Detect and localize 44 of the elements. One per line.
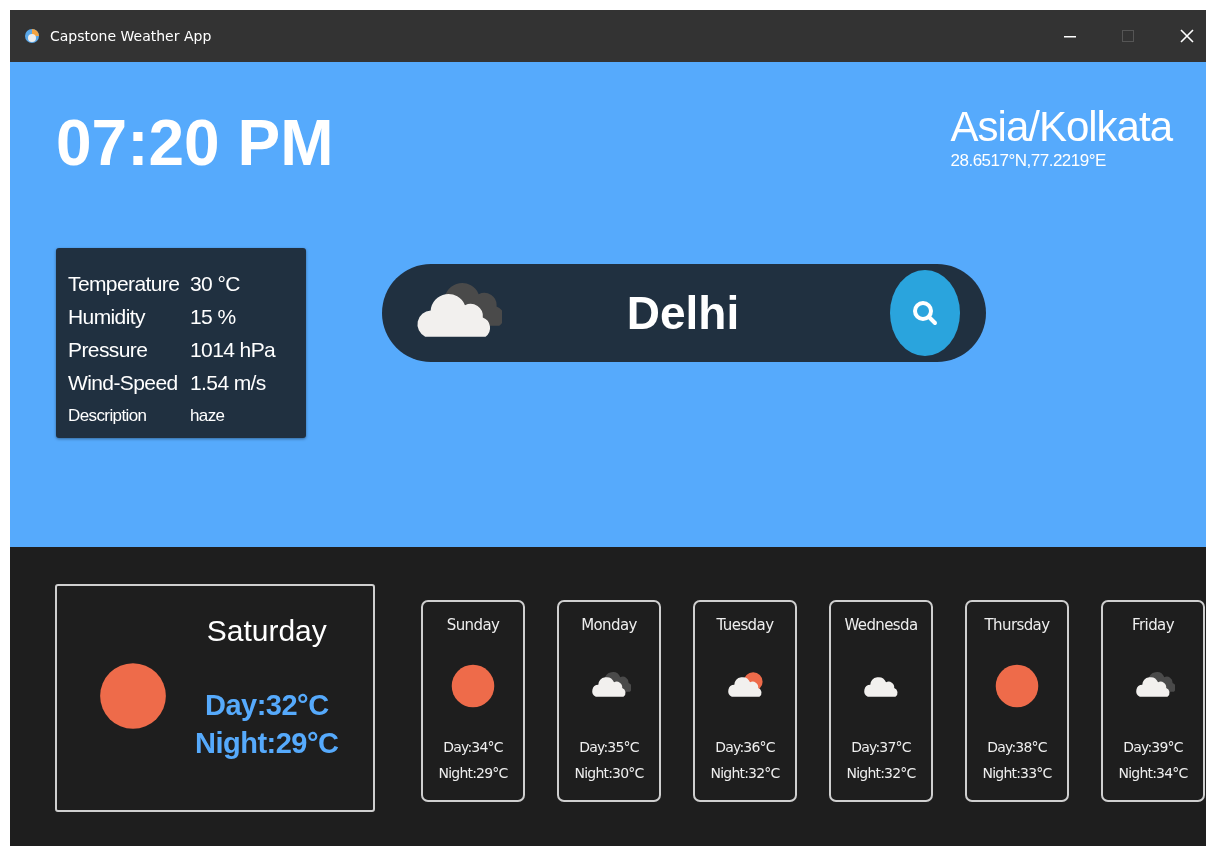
- detail-label: Humidity: [68, 304, 147, 329]
- app-logo-icon: [24, 28, 40, 44]
- day-name: Saturday: [206, 614, 327, 648]
- night-temperature: Night:34°C: [1118, 764, 1188, 783]
- sun-icon: [995, 664, 1039, 708]
- detail-value: haze: [190, 405, 225, 426]
- search-button[interactable]: [890, 270, 960, 356]
- night-temperature: Night:29°C: [195, 726, 339, 761]
- detail-value: 15 %: [190, 304, 236, 329]
- sun-icon: [99, 662, 167, 730]
- day-temperature: Day:32°C: [204, 688, 329, 723]
- day-temperature: Day:35°C: [579, 738, 639, 757]
- detail-value: 1.54 m/s: [190, 370, 266, 395]
- night-temperature: Night:32°C: [710, 764, 780, 783]
- detail-label: Pressure: [68, 337, 149, 362]
- day-temperature: Day:37°C: [851, 738, 911, 757]
- clock-time: 07:20 PM: [56, 106, 334, 180]
- day-name: Thursday: [984, 616, 1050, 634]
- day-temperature: Day:39°C: [1123, 738, 1183, 757]
- day-name: Friday: [1132, 616, 1174, 634]
- day-name: Tuesday: [716, 616, 774, 634]
- day-name: Wednesda: [844, 616, 918, 634]
- day-temperature: Day:38°C: [987, 738, 1047, 757]
- timezone: Asia/Kolkata: [950, 103, 1172, 151]
- detail-value: 1014 hPa: [190, 337, 276, 362]
- window-title: Capstone Weather App: [50, 28, 212, 44]
- day-name: Monday: [581, 616, 637, 634]
- search-bar[interactable]: Delhi: [382, 264, 986, 362]
- search-icon: [910, 298, 940, 328]
- coordinates: 28.6517°N,77.2219°E: [950, 151, 1107, 171]
- night-temperature: Night:30°C: [574, 764, 644, 783]
- day-temperature: Day:34°C: [443, 738, 503, 757]
- detail-value: 30 °C: [190, 271, 240, 296]
- day-temperature: Day:36°C: [715, 738, 775, 757]
- night-temperature: Night:29°C: [438, 764, 508, 783]
- close-icon[interactable]: [1180, 29, 1194, 43]
- day-name: Sunday: [446, 616, 500, 634]
- detail-label: Description: [68, 405, 148, 426]
- detail-label: Wind-Speed: [68, 370, 179, 395]
- sun-icon: [451, 664, 495, 708]
- detail-label: Temperature: [68, 271, 181, 296]
- night-temperature: Night:32°C: [846, 764, 916, 783]
- search-field[interactable]: Delhi: [536, 286, 830, 340]
- night-temperature: Night:33°C: [982, 764, 1052, 783]
